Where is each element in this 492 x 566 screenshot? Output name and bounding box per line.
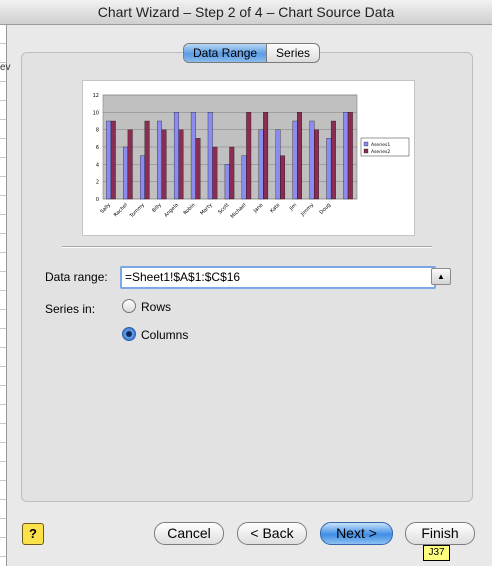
help-button[interactable]: ? xyxy=(22,523,44,545)
x-tick-label: Sally xyxy=(99,202,112,215)
chart-bar xyxy=(343,112,349,200)
tab-series[interactable]: Series xyxy=(266,44,319,62)
x-tick-label: Doug xyxy=(319,202,333,216)
tab-data-range[interactable]: Data Range xyxy=(184,44,267,62)
collapse-dialog-icon: ▲ xyxy=(437,272,445,281)
y-tick-label: 10 xyxy=(93,110,99,116)
chart-bar xyxy=(297,112,302,200)
y-tick-label: 12 xyxy=(93,93,99,99)
x-tick-label: Jane xyxy=(252,202,265,215)
y-tick-label: 2 xyxy=(96,180,99,186)
collapse-dialog-button[interactable]: ▲ xyxy=(431,268,451,285)
tab-bar: Data Range Series xyxy=(183,43,321,63)
chart-bar xyxy=(157,120,162,200)
chart-bar xyxy=(140,155,145,200)
x-tick-label: Marty xyxy=(199,202,213,216)
y-tick-label: 0 xyxy=(96,197,99,203)
separator xyxy=(62,246,432,248)
columns-label[interactable]: Columns xyxy=(141,328,188,342)
chart-bar xyxy=(127,129,133,200)
rows-label[interactable]: Rows xyxy=(141,300,171,314)
chart-bar xyxy=(178,129,184,200)
data-range-label: Data range: xyxy=(45,270,108,284)
chart-bar xyxy=(106,120,112,200)
x-tick-label: Jim xyxy=(288,202,299,213)
chart-bar xyxy=(190,112,196,200)
chart-bar xyxy=(347,112,353,200)
cell-reference-tooltip: J37 xyxy=(423,545,450,561)
y-tick-label: 4 xyxy=(96,162,99,168)
series-in-label: Series in: xyxy=(45,302,96,316)
columns-radio[interactable] xyxy=(122,327,136,341)
chart-y-axis: 0 2 4 6 8 10 12 xyxy=(93,93,99,203)
cancel-button[interactable]: Cancel xyxy=(154,522,224,545)
legend-label: Aseries2 xyxy=(371,149,390,155)
chart-bar xyxy=(173,112,179,200)
x-tick-label: Michael xyxy=(230,202,248,220)
chart-bar xyxy=(330,120,336,200)
x-tick-label: Tommy xyxy=(128,202,146,220)
legend-swatch xyxy=(363,141,369,147)
chart-bar xyxy=(280,155,286,200)
x-tick-label: Billy xyxy=(151,202,163,214)
chart-bar xyxy=(224,164,230,200)
chart-bar xyxy=(207,112,213,200)
rows-radio[interactable] xyxy=(122,299,136,313)
window-title: Chart Wizard – Step 2 of 4 – Chart Sourc… xyxy=(0,0,492,25)
chart-bar xyxy=(309,120,315,200)
legend-swatch xyxy=(363,148,369,154)
x-tick-label: Angela xyxy=(163,202,179,218)
chart-bar xyxy=(326,138,332,200)
y-tick-label: 6 xyxy=(96,145,99,151)
x-tick-label: Scott xyxy=(217,202,230,215)
chart-bar xyxy=(144,120,150,200)
background-sheet-strip: ev xyxy=(0,25,11,566)
chart-bar xyxy=(258,129,264,200)
x-tick-label: Jimmy xyxy=(299,202,315,218)
x-tick-label: Rachel xyxy=(113,202,129,218)
y-tick-label: 8 xyxy=(96,128,99,134)
chart-x-axis: Sally Rachel Tommy Billy Angela Robin Marty Sco… xyxy=(99,202,332,220)
finish-button[interactable]: Finish xyxy=(405,522,475,545)
chart-legend: Aseries1Aseries2 xyxy=(360,137,410,157)
chart-bar xyxy=(246,112,252,200)
background-sheet-text: ev xyxy=(0,62,11,73)
chart-preview: 0 2 4 6 8 10 12 Sally Rachel Tommy Billy Angela Rob… xyxy=(82,80,415,236)
chart-bar xyxy=(123,146,129,200)
data-range-input[interactable] xyxy=(120,266,436,289)
chart-bar xyxy=(241,155,247,200)
next-button[interactable]: Next > xyxy=(320,522,393,545)
chart-bar xyxy=(275,129,281,200)
x-tick-label: Robin xyxy=(183,202,197,216)
chart-bar xyxy=(292,120,298,200)
legend-label: Aseries1 xyxy=(371,142,390,148)
chart-bar xyxy=(263,112,269,200)
chart-bar xyxy=(212,146,218,200)
chart-preview-svg: 0 2 4 6 8 10 12 Sally Rachel Tommy Billy Angela Rob… xyxy=(93,93,410,220)
chart-bar xyxy=(161,129,167,200)
back-button[interactable]: < Back xyxy=(237,522,307,545)
chart-bar xyxy=(229,146,235,200)
chart-bar xyxy=(110,120,116,200)
x-tick-label: Kate xyxy=(269,202,281,214)
chart-bar xyxy=(195,138,201,200)
chart-bar xyxy=(314,129,319,200)
